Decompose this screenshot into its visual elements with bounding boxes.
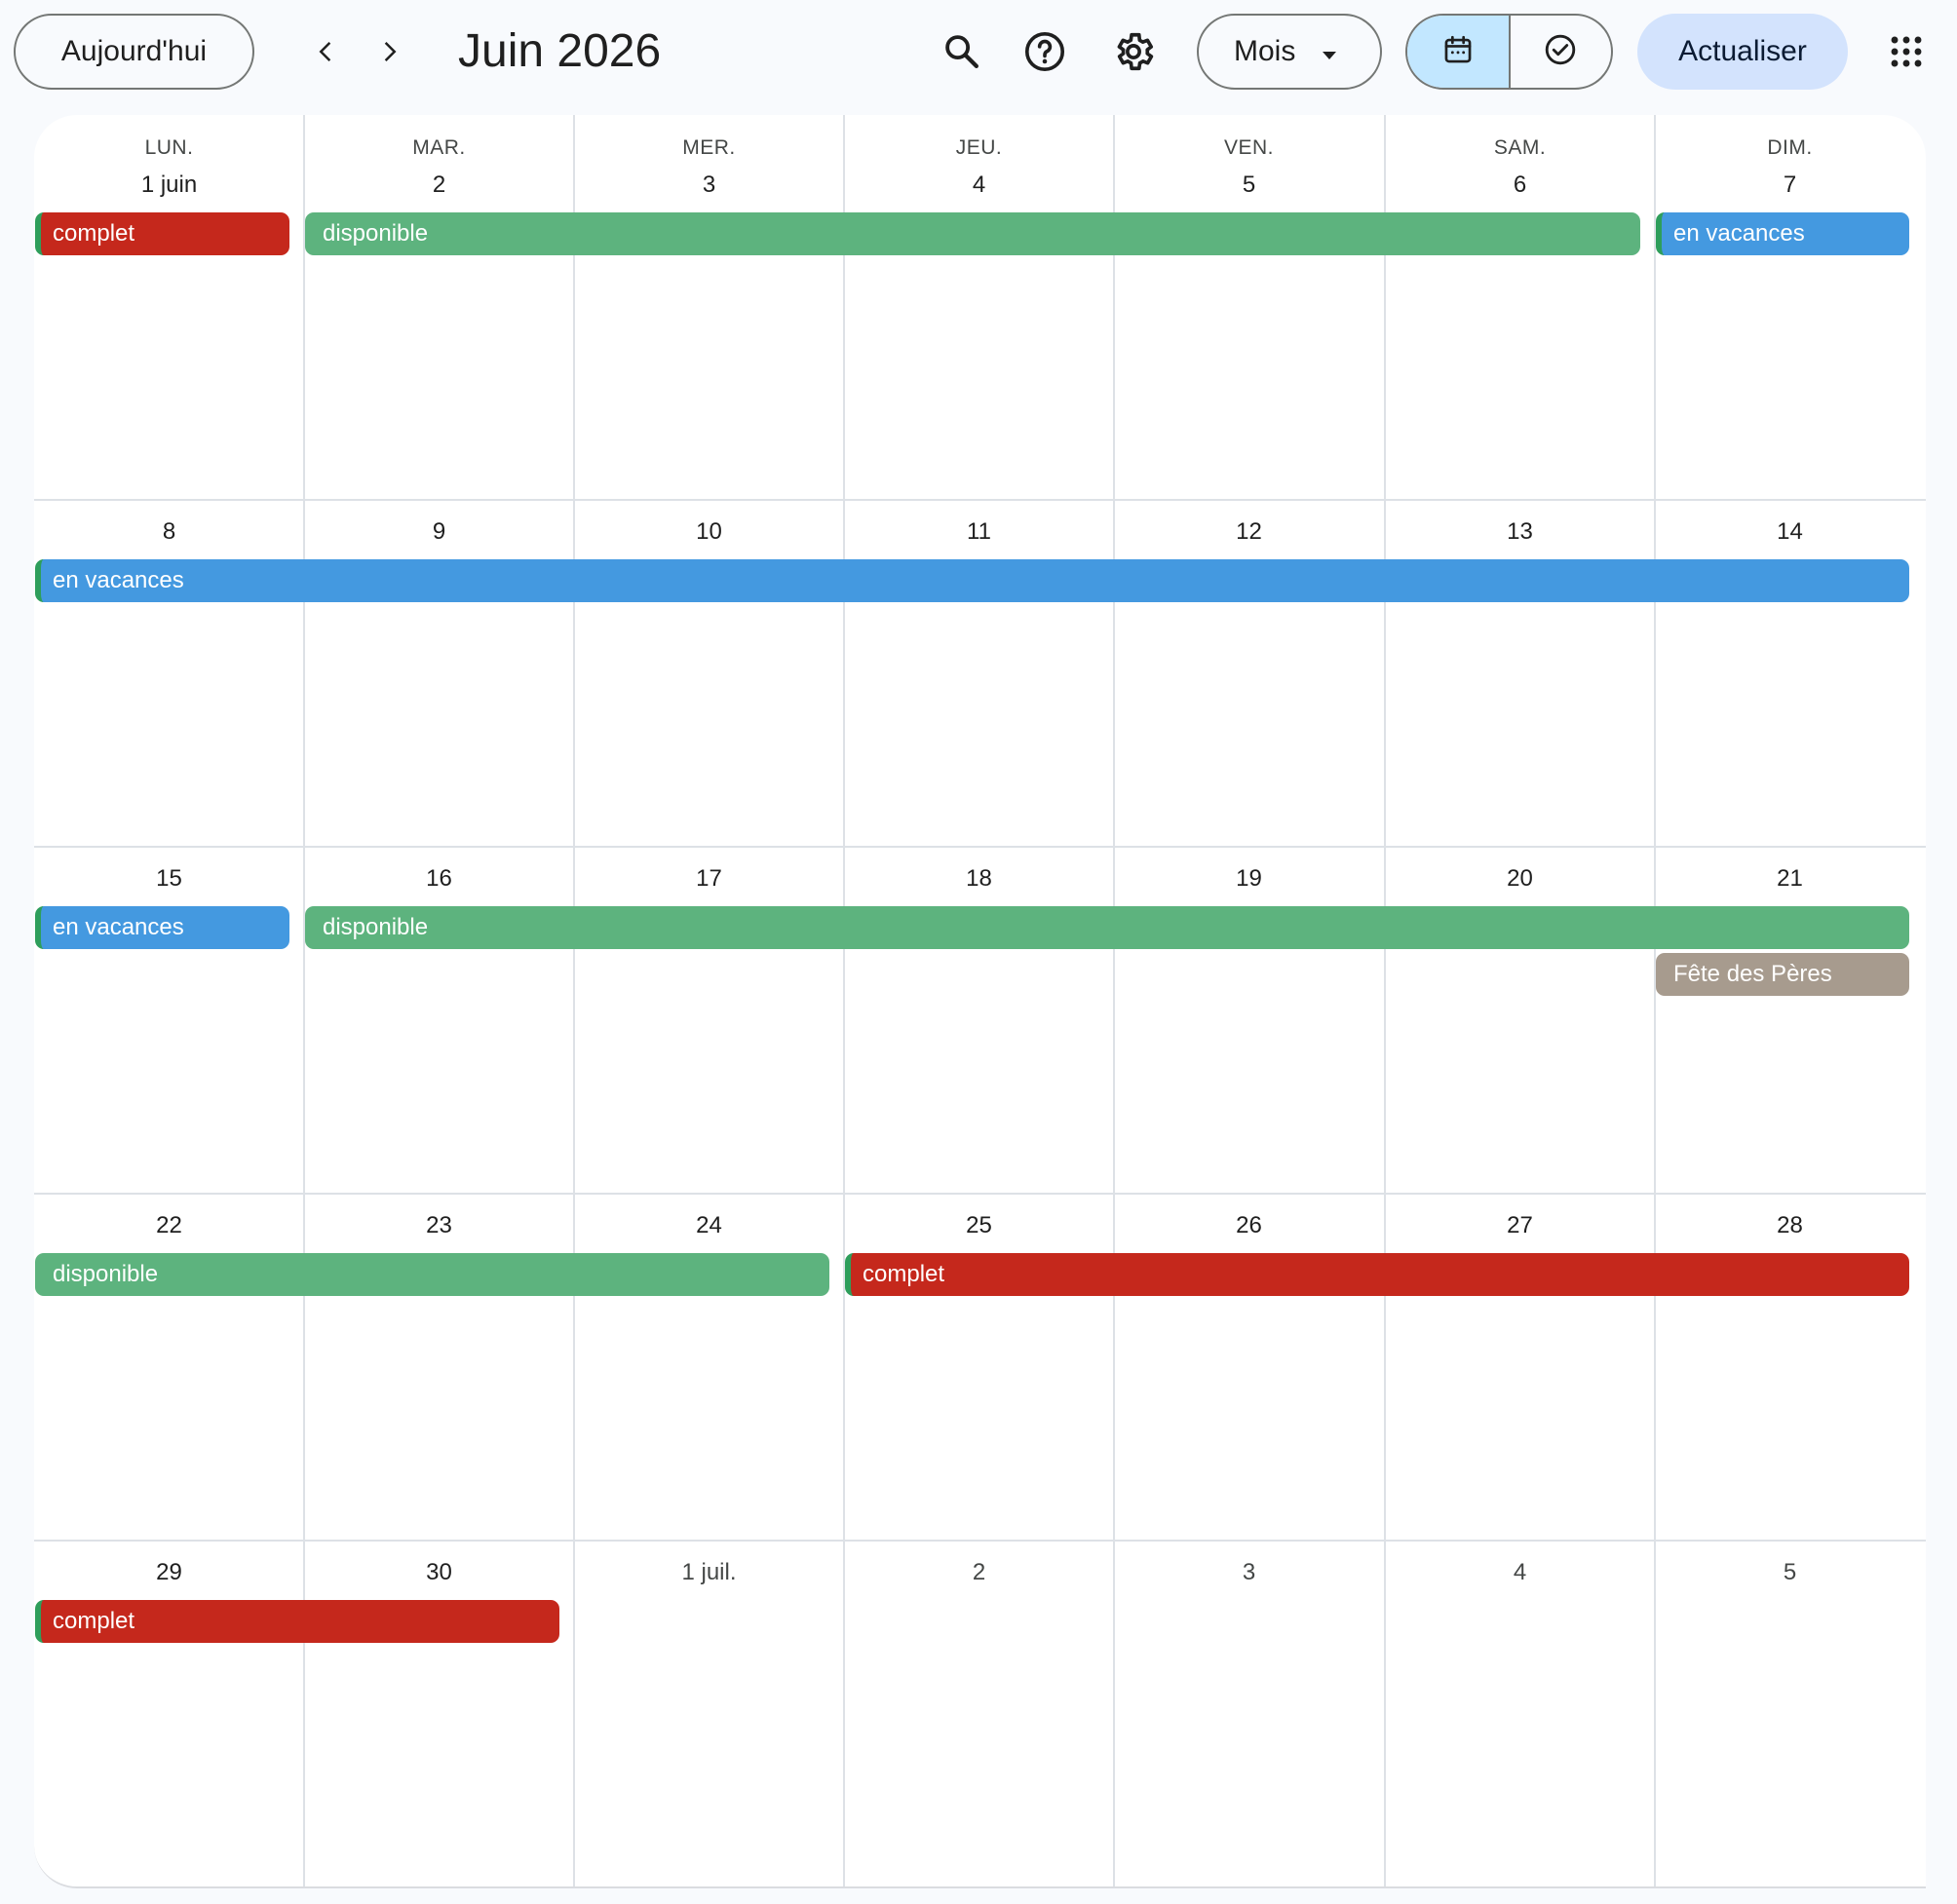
weekday-header: MER.: [682, 136, 736, 159]
day-number[interactable]: 19: [1114, 865, 1384, 893]
weekday-header: VEN.: [1223, 136, 1274, 159]
event-chip[interactable]: en vacances: [1656, 212, 1909, 255]
weekday-header: SAM.: [1493, 136, 1547, 159]
day-number[interactable]: 27: [1385, 1212, 1655, 1239]
day-number[interactable]: 4: [844, 171, 1114, 199]
day-number[interactable]: 14: [1655, 518, 1925, 546]
grid-line: [573, 115, 575, 1886]
day-number[interactable]: 28: [1655, 1212, 1925, 1239]
check-circle-icon: [1543, 32, 1578, 72]
grid-line: [1113, 115, 1115, 1886]
day-number[interactable]: 1 juil.: [574, 1559, 844, 1586]
day-number[interactable]: 6: [1385, 171, 1655, 199]
day-number[interactable]: 8: [34, 518, 304, 546]
weekday-header: LUN.: [144, 136, 194, 159]
chevron-right-icon[interactable]: [360, 22, 418, 81]
day-number[interactable]: 4: [1385, 1559, 1655, 1586]
day-number[interactable]: 2: [844, 1559, 1114, 1586]
event-chip[interactable]: en vacances: [35, 906, 289, 949]
weekday-header: MAR.: [412, 136, 466, 159]
tasks-view-toggle[interactable]: [1511, 16, 1612, 88]
today-button[interactable]: Aujourd'hui: [14, 14, 254, 90]
weekday-header: JEU.: [955, 136, 1003, 159]
day-number[interactable]: 15: [34, 865, 304, 893]
day-number[interactable]: 11: [844, 518, 1114, 546]
event-chip[interactable]: complet: [35, 1600, 559, 1643]
search-icon[interactable]: [933, 22, 991, 81]
day-number[interactable]: 30: [304, 1559, 574, 1586]
event-chip[interactable]: complet: [35, 212, 289, 255]
event-chip[interactable]: disponible: [305, 906, 1909, 949]
day-number[interactable]: 7: [1655, 171, 1925, 199]
day-number[interactable]: 3: [574, 171, 844, 199]
day-number[interactable]: 9: [304, 518, 574, 546]
grid-line: [34, 1193, 1926, 1195]
calendar-icon: [1441, 32, 1475, 72]
chevron-left-icon[interactable]: [297, 22, 356, 81]
grid-line: [843, 115, 845, 1886]
weekday-header: DIM.: [1767, 136, 1813, 159]
refresh-button[interactable]: Actualiser: [1637, 14, 1848, 90]
day-number[interactable]: 23: [304, 1212, 574, 1239]
dropdown-caret-icon: [1321, 35, 1338, 68]
apps-grid-icon[interactable]: [1877, 22, 1936, 81]
event-chip[interactable]: Fête des Pères: [1656, 953, 1909, 996]
day-number[interactable]: 25: [844, 1212, 1114, 1239]
day-number[interactable]: 29: [34, 1559, 304, 1586]
day-number[interactable]: 18: [844, 865, 1114, 893]
event-chip[interactable]: complet: [845, 1253, 1909, 1296]
grid-line: [1654, 115, 1656, 1886]
day-number[interactable]: 2: [304, 171, 574, 199]
day-number[interactable]: 5: [1114, 171, 1384, 199]
day-number[interactable]: 24: [574, 1212, 844, 1239]
day-number[interactable]: 26: [1114, 1212, 1384, 1239]
day-number[interactable]: 20: [1385, 865, 1655, 893]
day-number[interactable]: 5: [1655, 1559, 1925, 1586]
event-chip[interactable]: en vacances: [35, 559, 1909, 602]
day-number[interactable]: 13: [1385, 518, 1655, 546]
day-number[interactable]: 21: [1655, 865, 1925, 893]
view-toggle-group: [1405, 14, 1613, 90]
day-number[interactable]: 12: [1114, 518, 1384, 546]
gear-icon[interactable]: [1104, 22, 1163, 81]
event-chip[interactable]: disponible: [305, 212, 1640, 255]
grid-line: [34, 499, 1926, 501]
view-selector[interactable]: Mois: [1197, 14, 1382, 90]
month-grid: LUN. MAR. MER. JEU. VEN. SAM. DIM. 1 jui…: [34, 115, 1926, 1888]
day-number[interactable]: 16: [304, 865, 574, 893]
top-toolbar: Aujourd'hui Juin 2026 Mois Actualiser: [0, 0, 1957, 109]
day-number[interactable]: 17: [574, 865, 844, 893]
view-selector-label: Mois: [1234, 35, 1296, 67]
day-number[interactable]: 22: [34, 1212, 304, 1239]
calendar-view-toggle[interactable]: [1407, 16, 1509, 88]
event-chip[interactable]: disponible: [35, 1253, 829, 1296]
grid-line: [1384, 115, 1386, 1886]
grid-line: [34, 1540, 1926, 1542]
page-title: Juin 2026: [458, 25, 662, 77]
day-number[interactable]: 10: [574, 518, 844, 546]
day-number[interactable]: 3: [1114, 1559, 1384, 1586]
help-icon[interactable]: [1016, 22, 1074, 81]
day-number[interactable]: 1 juin: [34, 171, 304, 199]
grid-line: [34, 846, 1926, 848]
